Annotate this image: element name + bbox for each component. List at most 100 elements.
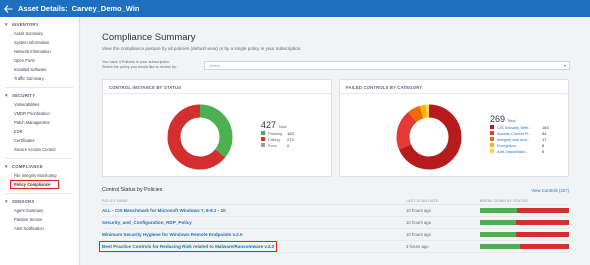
failed-category-legend: 269 Total CIS Security Setti... 184 Access… bbox=[490, 114, 549, 154]
sidebar-section-title: SECURITY bbox=[12, 93, 36, 98]
column-policy-name[interactable]: POLICY NAME bbox=[102, 199, 406, 203]
sidebar-item-file-integrity-monitoring[interactable]: File Integrity Monitoring bbox=[0, 171, 79, 180]
control-total-label: Total bbox=[278, 124, 287, 129]
legend-value: 17 bbox=[542, 136, 547, 142]
sidebar-item-agent-summary[interactable]: Agent Summary bbox=[0, 206, 79, 215]
bar-segment-failing bbox=[515, 220, 569, 225]
status-breakdown-bar bbox=[480, 232, 569, 237]
control-total: 427 Total bbox=[261, 120, 294, 130]
policy-dropdown[interactable]: Select ▾ bbox=[204, 60, 570, 70]
policy-name-cell: Minimum Security Hygiene for Windows Rem… bbox=[102, 232, 406, 237]
table-row: Minimum Security Hygiene for Windows Rem… bbox=[102, 229, 569, 241]
policy-instructions: You have 4 Policies in your subscription… bbox=[102, 60, 198, 69]
control-status-title: Control Status by Policies bbox=[102, 187, 163, 193]
sidebar-item-installed-software[interactable]: Installed Software bbox=[0, 65, 79, 74]
sidebar: ▾ INVENTORY Asset Summary System Informatio… bbox=[0, 17, 80, 265]
bar-segment-passing bbox=[480, 244, 521, 249]
sidebar-item-alert-notification[interactable]: Alert Notification bbox=[0, 224, 79, 233]
bar-segment-failing bbox=[517, 208, 569, 213]
sidebar-divider bbox=[5, 193, 74, 194]
asset-name: Carvey_Demo_Win bbox=[71, 4, 140, 13]
legend-item[interactable]: Anti-Virus/Malw... 5 bbox=[490, 148, 549, 154]
legend-swatch bbox=[261, 131, 265, 135]
policy-name-cell: ALL - CIS Benchmark for Microsoft Window… bbox=[102, 208, 406, 213]
column-last-scan-date[interactable]: LAST SCAN DATE bbox=[406, 199, 480, 203]
failed-total-value: 269 bbox=[490, 114, 506, 124]
bar-segment-passing bbox=[480, 220, 516, 225]
sidebar-divider bbox=[5, 158, 74, 159]
legend-swatch bbox=[490, 143, 494, 147]
sidebar-section-title: SENSORS bbox=[12, 199, 35, 204]
legend-label: Encryption bbox=[497, 142, 516, 148]
legend-label: Error bbox=[268, 142, 277, 148]
sidebar-divider bbox=[5, 87, 74, 88]
failed-category-donut bbox=[396, 104, 462, 170]
control-status-section: Control Status by Policies View Controls… bbox=[98, 186, 569, 253]
legend-swatch bbox=[490, 137, 494, 141]
policy-dropdown-placeholder: Select bbox=[209, 62, 221, 68]
control-status-donut bbox=[167, 104, 233, 170]
view-controls-link[interactable]: View Controls (427) bbox=[531, 188, 569, 193]
legend-value: 54 bbox=[542, 130, 547, 136]
bar-segment-failing bbox=[520, 244, 569, 249]
sidebar-item-patch-management[interactable]: Patch Management bbox=[0, 118, 79, 127]
last-scan-date: 10 hours ago bbox=[406, 220, 432, 225]
legend-label: Passing bbox=[268, 130, 283, 136]
main-content: Compliance Summary View the compliance p… bbox=[81, 17, 590, 265]
control-total-value: 427 bbox=[261, 120, 277, 130]
bar-segment-failing bbox=[515, 232, 569, 237]
sidebar-section-security[interactable]: ▾ SECURITY bbox=[0, 91, 79, 100]
legend-label: Anti-Virus/Malw... bbox=[497, 148, 528, 154]
sidebar-item-certificates[interactable]: Certificates bbox=[0, 136, 79, 145]
legend-label: Integrity and Ava... bbox=[497, 136, 531, 142]
policy-name-link[interactable]: Security_and_Configuration_RDP_Policy bbox=[102, 220, 192, 225]
legend-swatch bbox=[490, 125, 494, 129]
legend-label: CIS Security Setti... bbox=[497, 124, 532, 130]
table-row: Best Practice Controls for Reducing Risk… bbox=[98, 241, 569, 253]
sidebar-item-network-information[interactable]: Network Information bbox=[0, 47, 79, 56]
legend-swatch bbox=[261, 143, 265, 147]
chevron-down-icon: ▾ bbox=[5, 21, 8, 28]
sidebar-item-secure-access-control[interactable]: Secure Access Control bbox=[0, 145, 79, 154]
card-divider bbox=[340, 93, 568, 94]
sidebar-item-traffic-summary[interactable]: Traffic Summary bbox=[0, 74, 79, 83]
status-breakdown-bar bbox=[480, 244, 569, 249]
sidebar-item-system-information[interactable]: System Information bbox=[0, 38, 79, 47]
bar-segment-passing bbox=[480, 208, 518, 213]
page-header-label: Asset Details: bbox=[18, 4, 68, 13]
legend-value: 274 bbox=[287, 136, 294, 142]
status-breakdown-bar bbox=[480, 208, 569, 213]
last-scan-date: 3 hours ago bbox=[406, 244, 429, 249]
control-instance-card: CONTROL INSTANCE BY STATUS 427 Total Pas… bbox=[102, 79, 332, 177]
last-scan-date: 10 hours ago bbox=[406, 232, 432, 237]
legend-swatch bbox=[490, 131, 494, 135]
page-subtitle: View the compliance posture by all polic… bbox=[102, 46, 302, 51]
policy-select-hint: Select the policy you would like to revi… bbox=[102, 65, 177, 69]
sidebar-item-vmdr-prioritization[interactable]: VMDR Prioritization bbox=[0, 109, 79, 118]
sidebar-item-vulnerabilities[interactable]: Vulnerabilities bbox=[0, 100, 79, 109]
control-instance-card-title: CONTROL INSTANCE BY STATUS bbox=[109, 85, 182, 90]
page-title: Compliance Summary bbox=[102, 32, 196, 43]
table-row: Security_and_Configuration_RDP_Policy 10 … bbox=[102, 217, 569, 229]
policy-name-cell: Security_and_Configuration_RDP_Policy bbox=[102, 220, 406, 225]
sidebar-section-title: INVENTORY bbox=[12, 22, 39, 27]
sidebar-item-edr[interactable]: EDR bbox=[0, 127, 79, 136]
sidebar-item-asset-summary[interactable]: Asset Summary bbox=[0, 29, 79, 38]
sidebar-item-passive-sensor[interactable]: Passive Sensor bbox=[0, 215, 79, 224]
back-arrow-icon[interactable] bbox=[0, 0, 16, 17]
policy-name-link[interactable]: Minimum Security Hygiene for Windows Rem… bbox=[102, 232, 243, 237]
legend-value: 153 bbox=[287, 130, 294, 136]
policy-name-link[interactable]: ALL - CIS Benchmark for Microsoft Window… bbox=[102, 208, 226, 213]
sidebar-section-inventory[interactable]: ▾ INVENTORY bbox=[0, 20, 79, 29]
sidebar-item-open-ports[interactable]: Open Ports bbox=[0, 56, 79, 65]
legend-value: 0 bbox=[287, 142, 290, 148]
failed-controls-card-title: FAILED CONTROLS BY CATEGORY bbox=[346, 85, 423, 90]
policy-name-link[interactable]: Best Practice Controls for Reducing Risk… bbox=[98, 241, 278, 252]
failed-controls-card: FAILED CONTROLS BY CATEGORY 269 Total CI… bbox=[339, 79, 569, 177]
sidebar-section-compliance[interactable]: ▾ COMPLIANCE bbox=[0, 162, 79, 171]
chevron-down-icon: ▾ bbox=[5, 92, 8, 99]
bar-segment-passing bbox=[480, 232, 516, 237]
chevron-down-icon: ▾ bbox=[5, 163, 8, 170]
sidebar-item-policy-compliance[interactable]: Policy Compliance bbox=[10, 180, 59, 189]
sidebar-section-sensors[interactable]: ▾ SENSORS bbox=[0, 197, 79, 206]
